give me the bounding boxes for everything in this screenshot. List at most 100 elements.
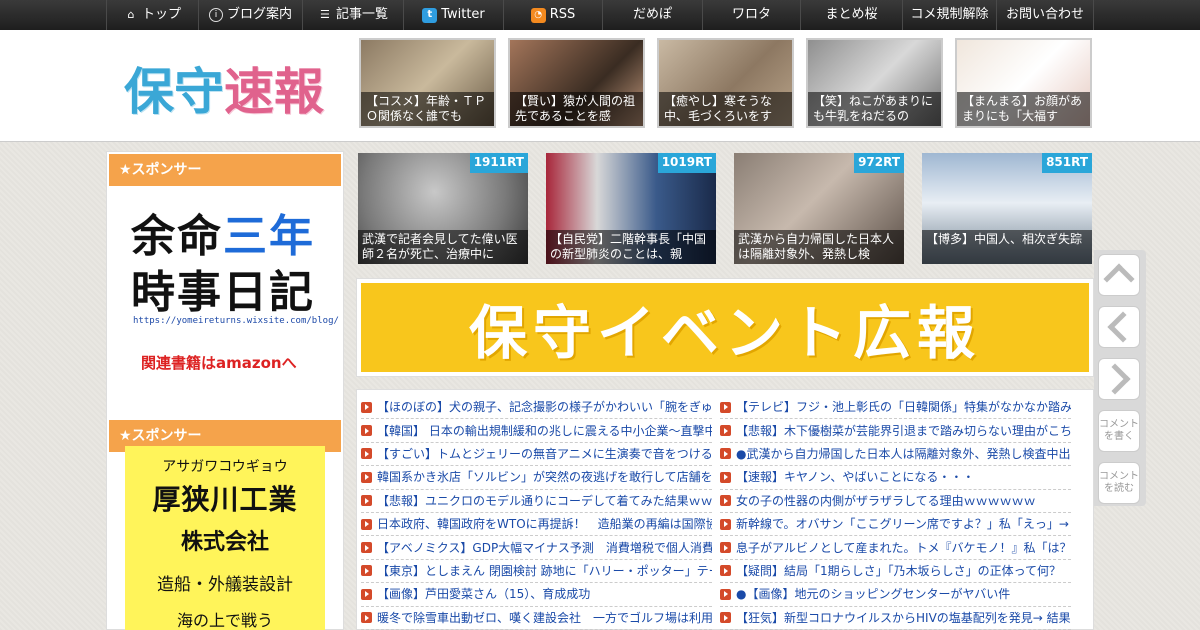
headline-link[interactable]: 新幹線で。オバサン「ここグリーン席ですよ？」私「えっ」→ <box>720 513 1071 537</box>
nav-item-rss[interactable]: ◔ RSS <box>503 0 602 30</box>
nav-item-twitter[interactable]: t Twitter <box>403 0 503 30</box>
headline-text: 【テレビ】フジ・池上彰氏の「日韓関係」特集がなかなか踏み <box>736 400 1071 415</box>
headline-link[interactable]: ●【画像】地元のショッピングセンターがヤバい件 <box>720 583 1071 607</box>
headline-link[interactable]: 【アベノミクス】GDP大幅マイナス予測 消費増税で個人消費 <box>361 536 712 560</box>
retweet-count-badge: 1019RT <box>657 153 716 173</box>
nav-item-warota[interactable]: ワロタ <box>702 0 800 30</box>
thumb-caption: 【賢い】猿が人間の祖先であることを感 <box>510 92 643 126</box>
play-bullet-icon <box>361 565 372 577</box>
thumb-caption: 【笑】ねこがあまりにも牛乳をねだるの <box>808 92 941 126</box>
play-bullet-icon <box>720 588 731 600</box>
featured-article[interactable]: 1019RT 【自民党】二階幹事長「中国の新型肺炎のことは、親 <box>546 153 716 264</box>
header-thumbnails: 【コスメ】年齢・ＴＰＯ関係なく誰でも 【賢い】猿が人間の祖先であることを感 【癒… <box>359 38 1092 128</box>
site-logo[interactable]: 保守速報 <box>124 52 324 124</box>
nav-item-damepo[interactable]: だめぽ <box>602 0 702 30</box>
list-icon: ☰ <box>320 8 330 21</box>
headline-link[interactable]: 【東京】としまえん 閉園検討 跡地に「ハリー・ポッター」テー <box>361 560 712 584</box>
next-article-button[interactable] <box>1098 358 1140 400</box>
banner-text: 保守イベント広報 <box>361 283 1089 372</box>
ad-title-part: 余命 <box>131 211 223 262</box>
featured-caption: 武漢で記者会見してた偉い医師２名が死亡、治療中に <box>358 230 528 264</box>
headline-text: 暖冬で除雪車出動ゼロ、嘆く建設会社 一方でゴルフ場は利用 <box>377 610 712 625</box>
chevron-right-icon <box>1099 363 1131 395</box>
header-thumb[interactable]: 【癒やし】寒そうな中、毛づくろいをす <box>657 38 794 128</box>
headline-link[interactable]: 【速報】キヤノン、やばいことになる・・・ <box>720 466 1071 490</box>
headline-text: 新幹線で。オバサン「ここグリーン席ですよ？」私「えっ」→ <box>736 517 1069 532</box>
home-icon: ⌂ <box>127 8 135 21</box>
headline-text: 【画像】芦田愛菜さん（15）、育成成功 <box>377 587 591 602</box>
headline-text: 【すごい】トムとジェリーの無音アニメに生演奏で音をつける <box>377 446 712 461</box>
amazon-link[interactable]: 関連書籍はamazonへ <box>141 352 297 373</box>
scroll-top-button[interactable] <box>1098 254 1140 296</box>
sponsor-ad-yomei[interactable]: 余命三年 時事日記 https://yomeireturns.wixsite.c… <box>107 188 343 398</box>
retweet-count-badge: 972RT <box>854 153 904 173</box>
play-bullet-icon <box>361 588 372 600</box>
ad-company-type: 株式会社 <box>180 530 269 555</box>
event-banner[interactable]: 保守イベント広報 <box>356 278 1094 377</box>
headline-link[interactable]: 【ほのぼの】犬の親子、記念撮影の様子がかわいい「腕をぎゅ <box>361 396 712 420</box>
rss-icon: ◔ <box>530 7 546 23</box>
play-bullet-icon <box>720 425 731 437</box>
header-thumb[interactable]: 【コスメ】年齢・ＴＰＯ関係なく誰でも <box>359 38 496 128</box>
headline-text: 【アベノミクス】GDP大幅マイナス予測 消費増税で個人消費 <box>377 540 712 555</box>
headline-link[interactable]: 日本政府、韓国政府をWTOに再提訴！ 造船業の再編は国際協 <box>361 513 712 537</box>
headline-text: ●【画像】地元のショッピングセンターがヤバい件 <box>736 587 1011 602</box>
headline-link[interactable]: 【テレビ】フジ・池上彰氏の「日韓関係」特集がなかなか踏み <box>720 396 1071 420</box>
play-bullet-icon <box>720 612 731 624</box>
read-comments-button[interactable]: コメントを読む <box>1098 462 1140 504</box>
headline-link[interactable]: 【すごい】トムとジェリーの無音アニメに生演奏で音をつける <box>361 443 712 467</box>
play-bullet-icon <box>720 471 731 483</box>
play-bullet-icon <box>720 518 731 530</box>
featured-caption: 武漢から自力帰国した日本人は隔離対象外、発熱し検 <box>734 230 904 264</box>
headline-link[interactable]: 【疑問】結局「1期らしさ」「乃木坂らしさ」の正体って何？ <box>720 560 1071 584</box>
prev-article-button[interactable] <box>1098 306 1140 348</box>
nav-item-comment-unblock[interactable]: コメ規制解除 <box>902 0 996 30</box>
headline-text: 息子がアルビノとして産まれた。トメ『バケモノ！』私「は？ <box>736 540 1071 555</box>
nav-item-blog-guide[interactable]: i ブログ案内 <box>198 0 302 30</box>
retweet-count-badge: 1911RT <box>469 153 528 173</box>
featured-article[interactable]: 972RT 武漢から自力帰国した日本人は隔離対象外、発熱し検 <box>734 153 904 264</box>
play-bullet-icon <box>720 401 731 413</box>
thumb-caption: 【コスメ】年齢・ＴＰＯ関係なく誰でも <box>361 92 494 126</box>
headline-link[interactable]: 【画像】芦田愛菜さん（15）、育成成功 <box>361 583 712 607</box>
headline-link[interactable]: 女の子の性器の内側がザラザラしてる理由ｗｗｗｗｗｗ <box>720 490 1071 513</box>
headline-link[interactable]: 【韓国】 日本の輸出規制緩和の兆しに震える中小企業～直撃中 <box>361 419 712 443</box>
headline-link[interactable]: 暖冬で除雪車出動ゼロ、嘆く建設会社 一方でゴルフ場は利用 <box>361 607 712 630</box>
thumb-caption: 【まんまる】お顔があまりにも「大福す <box>957 92 1090 126</box>
write-comment-button[interactable]: コメントを書く <box>1098 410 1140 452</box>
chevron-left-icon <box>1107 311 1139 343</box>
chevron-up-icon <box>1103 263 1135 295</box>
headline-text: 【悲報】木下優樹菜が芸能界引退まで踏み切らない理由がこち <box>736 423 1071 438</box>
nav-item-top[interactable]: ⌂ トップ <box>106 0 198 30</box>
featured-caption: 【博多】中国人、相次ぎ失踪 <box>922 230 1092 264</box>
headline-link[interactable]: 韓国系かき氷店「ソルビン」が突然の夜逃げを敢行して店舗を <box>361 466 712 490</box>
header-thumb[interactable]: 【賢い】猿が人間の祖先であることを感 <box>508 38 645 128</box>
headline-link[interactable]: 息子がアルビノとして産まれた。トメ『バケモノ！』私「は？ <box>720 536 1071 560</box>
play-bullet-icon <box>361 448 372 460</box>
play-bullet-icon <box>720 448 731 460</box>
headline-text: 女の子の性器の内側がザラザラしてる理由ｗｗｗｗｗｗ <box>736 493 1036 508</box>
play-bullet-icon <box>361 612 372 624</box>
headline-text: ●武漢から自力帰国した日本人は隔離対象外、発熱し検査中出 <box>736 446 1071 461</box>
header-thumb[interactable]: 【まんまる】お顔があまりにも「大福す <box>955 38 1092 128</box>
play-bullet-icon <box>361 518 372 530</box>
featured-caption: 【自民党】二階幹事長「中国の新型肺炎のことは、親 <box>546 230 716 264</box>
header-thumb[interactable]: 【笑】ねこがあまりにも牛乳をねだるの <box>806 38 943 128</box>
headline-link[interactable]: 【悲報】ユニクロのモデル通りにコーデして着てみた結果ｗｗ <box>361 490 712 513</box>
play-bullet-icon <box>361 471 372 483</box>
headline-link[interactable]: ●武漢から自力帰国した日本人は隔離対象外、発熱し検査中出 <box>720 443 1071 467</box>
featured-article[interactable]: 851RT 【博多】中国人、相次ぎ失踪 <box>922 153 1092 264</box>
ad-title-part: 三年 <box>223 211 315 262</box>
headline-text: 【速報】キヤノン、やばいことになる・・・ <box>736 470 975 485</box>
featured-articles: 1911RT 武漢で記者会見してた偉い医師２名が死亡、治療中に 1019RT 【… <box>358 153 1092 264</box>
headline-link[interactable]: 【悲報】木下優樹菜が芸能界引退まで踏み切らない理由がこち <box>720 419 1071 443</box>
headline-text: 日本政府、韓国政府をWTOに再提訴！ 造船業の再編は国際協 <box>377 517 712 532</box>
ad-business: 造船・外艤装設計 <box>157 575 293 595</box>
sponsor-ad-asagawa[interactable]: アサガワコウギョウ 厚狭川工業 株式会社 造船・外艤装設計 海の上で戦う <box>125 446 325 630</box>
headline-link[interactable]: 【狂気】新型コロナウイルスからHIVの塩基配列を発見→ 結果 <box>720 607 1071 630</box>
top-nav: ⌂ トップ i ブログ案内 ☰ 記事一覧 t Twitter ◔ RSS だめぽ ワロタ … <box>0 0 1200 30</box>
nav-item-article-list[interactable]: ☰ 記事一覧 <box>302 0 403 30</box>
nav-item-matome-sakura[interactable]: まとめ桜 <box>800 0 902 30</box>
featured-article[interactable]: 1911RT 武漢で記者会見してた偉い医師２名が死亡、治療中に <box>358 153 528 264</box>
nav-item-contact[interactable]: お問い合わせ <box>996 0 1094 30</box>
